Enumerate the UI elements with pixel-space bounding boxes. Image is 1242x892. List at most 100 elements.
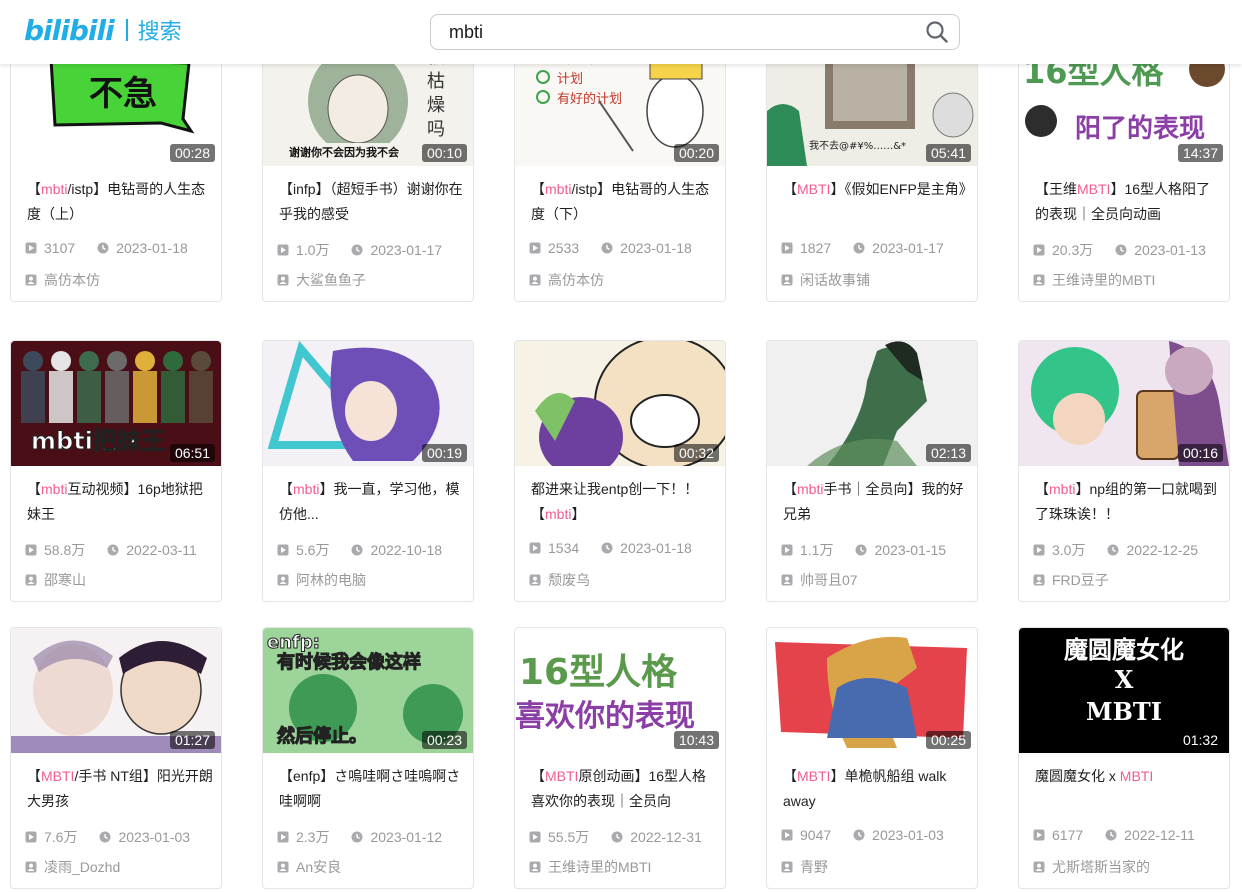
video-card[interactable]: 16型人格 阳了的表现 14:37 【王维MBTI】16型人格阳了的表现｜全员向动画 2… [1018, 40, 1230, 302]
video-card[interactable]: 16型人格 喜欢你的表现 10:43 【MBTI原创动画】16型人格喜欢你的表现｜全员… [514, 627, 726, 889]
view-count-value: 1827 [800, 240, 832, 256]
video-card[interactable]: 00:16 【mbti】np组的第一口就喝到了珠珠诶！！ 3.0万 2022-12-2… [1018, 340, 1230, 602]
view-count-value: 55.5万 [548, 829, 590, 845]
video-thumbnail[interactable]: 00:25 [767, 628, 977, 753]
bilibili-logo[interactable]: bilibili 搜索 [24, 10, 182, 50]
video-title[interactable]: 【mbti】我一直，学习他，模仿他... [279, 477, 465, 527]
view-count-value: 1.0万 [296, 242, 330, 258]
video-card[interactable]: mbti把妹王 06:51 【mbti互动视频】16p地狱把妹王 58.8万 2022-… [10, 340, 222, 602]
play-count-icon [1033, 829, 1045, 841]
uploader-icon [25, 861, 37, 873]
video-meta: 55.5万 2022-12-31 [529, 827, 719, 847]
video-title[interactable]: 【mbti】np组的第一口就喝到了珠珠诶！！ [1035, 477, 1221, 527]
clock-icon [853, 242, 865, 254]
video-title[interactable]: 【MBTI原创动画】16型人格喜欢你的表现｜全员向 [531, 764, 717, 814]
video-thumbnail[interactable]: enfp: 有时候我会像这样 然后停止。 00:23 [263, 628, 473, 753]
video-thumbnail[interactable]: 00:19 [263, 341, 473, 466]
uploader-link[interactable]: 凌雨_Dozhd [25, 857, 120, 877]
video-card[interactable]: 02:13 【mbti手书｜全员向】我的好兄弟 1.1万 2023-01-15 帅哥且0… [766, 340, 978, 602]
uploader-link[interactable]: 尤斯塔斯当家的 [1033, 857, 1150, 877]
view-count: 1.1万 [781, 540, 833, 560]
uploader-link[interactable]: An安良 [277, 857, 341, 877]
video-title[interactable]: 【MBTI】单桅帆船组 walk away [783, 764, 969, 814]
video-meta: 7.6万 2023-01-03 [25, 827, 215, 847]
video-thumbnail[interactable]: 16型人格 喜欢你的表现 10:43 [515, 628, 725, 753]
video-card[interactable]: 我不去@#¥%……&* 05:41 【MBTI】《假如ENFP是主角》 1827 202… [766, 40, 978, 302]
video-duration: 14:37 [1177, 144, 1223, 162]
video-thumbnail[interactable]: 01:27 [11, 628, 221, 753]
title-text: 【infp】（超短手书）谢谢你在乎我的感受 [279, 181, 463, 222]
video-title[interactable]: 【infp】（超短手书）谢谢你在乎我的感受 [279, 177, 465, 227]
uploader-icon [277, 574, 289, 586]
video-title[interactable]: 都进来让我entp创一下！！【mbti】 [531, 477, 717, 527]
uploader-link[interactable]: 王维诗里的MBTI [529, 857, 651, 877]
title-text: 【 [783, 181, 797, 197]
upload-date-value: 2022-12-31 [630, 829, 702, 845]
search-icon [926, 21, 948, 43]
uploader-link[interactable]: 颓废乌 [529, 570, 590, 590]
video-title[interactable]: 【mbti互动视频】16p地狱把妹王 [27, 477, 213, 527]
video-title[interactable]: 【mbti/istp】电钻哥的人生态度（上） [27, 177, 213, 227]
keyword-highlight: MBTI [41, 768, 75, 784]
video-card[interactable]: 01:27 【MBTI/手书 NT组】阳光开朗大男孩 7.6万 2023-01-03 凌… [10, 627, 222, 889]
title-text: 魔圆魔女化 x [1035, 768, 1120, 784]
uploader-name: 闲话故事铺 [800, 272, 870, 288]
clock-icon [97, 242, 109, 254]
uploader-icon [529, 274, 541, 286]
uploader-link[interactable]: 高仿本仿 [25, 270, 100, 290]
uploader-link[interactable]: 邵寒山 [25, 570, 86, 590]
video-thumbnail[interactable]: 00:16 [1019, 341, 1229, 466]
video-duration: 00:16 [1177, 444, 1223, 462]
video-meta: 2533 2023-01-18 [529, 240, 719, 256]
svg-text:枯: 枯 [427, 71, 445, 92]
uploader-link[interactable]: 大鲨鱼鱼子 [277, 270, 366, 290]
uploader-link[interactable]: 青野 [781, 857, 828, 877]
title-text: 【 [1035, 481, 1049, 497]
uploader-link[interactable]: 帅哥且07 [781, 570, 858, 590]
video-card[interactable]: 很枯燥吗谢谢你不会因为我不会00:10【infp】（超短手书）谢谢你在乎我的感受… [262, 40, 474, 302]
video-card[interactable]: enfp: 有时候我会像这样 然后停止。 00:23 【enfp】さ嗚哇啊さ哇嗚啊さ哇啊… [262, 627, 474, 889]
svg-text:mbti把妹王: mbti把妹王 [31, 427, 165, 455]
video-meta: 20.3万 2023-01-13 [1033, 240, 1223, 260]
uploader-link[interactable]: 阿林的电脑 [277, 570, 366, 590]
video-thumbnail[interactable]: 魔圆魔女化 X MBTI 01:32 [1019, 628, 1229, 753]
title-text: 【 [531, 181, 545, 197]
upload-date-value: 2023-01-12 [370, 829, 443, 845]
video-card[interactable]: 魔圆魔女化 X MBTI 01:32 魔圆魔女化 x MBTI 6177 2022-12-1… [1018, 627, 1230, 889]
upload-date-value: 2023-01-18 [620, 240, 692, 256]
video-title[interactable]: 【enfp】さ嗚哇啊さ哇嗚啊さ哇啊啊 [279, 764, 465, 814]
video-duration: 00:28 [169, 144, 215, 162]
svg-text:阳了的表现: 阳了的表现 [1075, 113, 1205, 144]
clock-icon [351, 244, 363, 256]
video-card[interactable]: 00:19 【mbti】我一直，学习他，模仿他... 5.6万 2022-10-18 阿… [262, 340, 474, 602]
video-thumbnail[interactable]: 00:32 [515, 341, 725, 466]
video-title[interactable]: 【王维MBTI】16型人格阳了的表现｜全员向动画 [1035, 177, 1221, 227]
video-thumbnail[interactable]: mbti把妹王 06:51 [11, 341, 221, 466]
svg-text:有时候我会像这样: 有时候我会像这样 [277, 651, 421, 673]
logo-divider [125, 19, 128, 41]
video-card[interactable]: 没有计划计划有好的计划00:20【mbti/istp】电钻哥的人生态度（下）25… [514, 40, 726, 302]
uploader-link[interactable]: 王维诗里的MBTI [1033, 270, 1155, 290]
video-title[interactable]: 【mbti手书｜全员向】我的好兄弟 [783, 477, 969, 527]
uploader-link[interactable]: 高仿本仿 [529, 270, 604, 290]
clock-icon [99, 831, 111, 843]
search-button[interactable] [915, 15, 959, 49]
uploader-link[interactable]: 闲话故事铺 [781, 270, 870, 290]
video-card[interactable]: 00:25 【MBTI】单桅帆船组 walk away 9047 2023-01-03… [766, 627, 978, 889]
video-thumbnail[interactable]: 02:13 [767, 341, 977, 466]
video-title[interactable]: 【MBTI/手书 NT组】阳光开朗大男孩 [27, 764, 213, 814]
upload-date-value: 2023-01-17 [370, 242, 443, 258]
video-meta: 1.0万 2023-01-17 [277, 240, 467, 260]
search-input[interactable] [431, 15, 915, 49]
upload-date: 2022-12-25 [1107, 542, 1198, 558]
video-card[interactable]: 不急 00:28 【mbti/istp】电钻哥的人生态度（上） 3107 2023-01… [10, 40, 222, 302]
video-card[interactable]: 00:32 都进来让我entp创一下！！【mbti】 1534 2023-01-18 颓… [514, 340, 726, 602]
video-title[interactable]: 魔圆魔女化 x MBTI [1035, 764, 1221, 814]
video-title[interactable]: 【mbti/istp】电钻哥的人生态度（下） [531, 177, 717, 227]
svg-text:吗: 吗 [427, 119, 445, 140]
view-count-value: 3107 [44, 240, 76, 256]
uploader-icon [529, 861, 541, 873]
view-count: 1827 [781, 240, 831, 256]
uploader-link[interactable]: FRD豆子 [1033, 570, 1109, 590]
video-title[interactable]: 【MBTI】《假如ENFP是主角》 [783, 177, 969, 227]
